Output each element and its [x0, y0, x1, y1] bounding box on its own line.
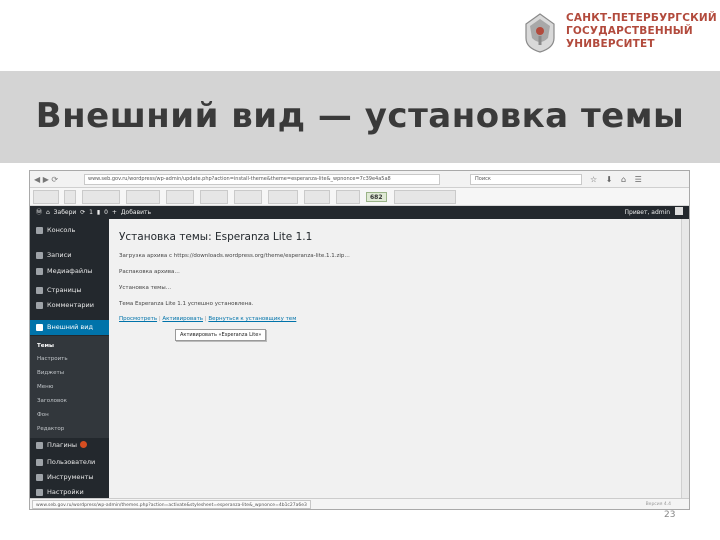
link-separator: | — [204, 316, 207, 322]
activate-tooltip: Активировать «Esperanza Lite» — [175, 329, 267, 341]
sidebar-item-media[interactable]: Медиафайлы — [30, 264, 109, 279]
seo-toolbar-button[interactable] — [304, 190, 330, 204]
slide-title: Внешний вид — установка темы — [35, 96, 685, 136]
scrollbar[interactable] — [681, 219, 689, 498]
sidebar-item-label: Консоль — [47, 226, 76, 234]
admin-bar-updates[interactable]: 1 — [89, 209, 93, 216]
update-count-badge — [80, 441, 88, 448]
sidebar-item-label: Настройки — [47, 488, 84, 496]
sidebar-item-users[interactable]: Пользователи — [30, 455, 109, 470]
sidebar-item-dashboard[interactable]: Консоль — [30, 223, 109, 238]
preview-link[interactable]: Просмотреть — [119, 316, 157, 322]
sidebar-item-label: Медиафайлы — [47, 267, 93, 275]
sidebar-item-label: Плагины — [47, 441, 78, 449]
seo-toolbar-button[interactable] — [64, 190, 76, 204]
seo-toolbar-button[interactable] — [82, 190, 120, 204]
wordpress-logo-icon[interactable]: Ⓦ — [36, 209, 42, 216]
return-to-installer-link[interactable]: Вернуться к установщику тем — [208, 316, 296, 322]
sidebar-item-label: Пользователи — [47, 458, 96, 466]
dashboard-icon — [36, 227, 43, 234]
install-log-line: Установка темы… — [119, 285, 172, 291]
appearance-submenu: Темы Настроить Виджеты Меню Заголовок Фо… — [30, 336, 109, 438]
page-title: Установка темы: Esperanza Lite 1.1 — [119, 231, 313, 243]
browser-address-bar: ◀ ▶ ⟳ www.seb.gov.ru/wordpress/wp-admin/… — [30, 171, 689, 188]
seo-toolbar-button[interactable] — [200, 190, 228, 204]
submenu-item-background[interactable]: Фон — [37, 410, 49, 420]
url-field[interactable]: www.seb.gov.ru/wordpress/wp-admin/update… — [84, 174, 440, 185]
seo-toolbar-badge[interactable]: 682 — [366, 192, 387, 202]
submenu-item-header[interactable]: Заголовок — [37, 396, 67, 406]
install-log-line: Распаковка архива… — [119, 269, 180, 275]
seo-toolbar-button[interactable] — [268, 190, 298, 204]
install-log-line: Тема Esperanza Lite 1.1 успешно установл… — [119, 301, 254, 307]
search-field[interactable]: Поиск — [470, 174, 582, 185]
sidebar-item-pages[interactable]: Страницы — [30, 283, 109, 298]
post-install-links: Просмотреть | Активировать | Вернуться к… — [119, 315, 296, 323]
sidebar-item-comments[interactable]: Комментарии — [30, 298, 109, 313]
browser-status-bar: www.seb.gov.ru/wordpress/wp-admin/themes… — [30, 498, 689, 509]
seo-toolbar-button[interactable] — [166, 190, 194, 204]
link-separator: | — [158, 316, 161, 322]
comment-icon — [36, 302, 43, 309]
seo-toolbar-button[interactable] — [394, 190, 456, 204]
sidebar-item-label: Записи — [47, 251, 72, 259]
admin-bar-site-name[interactable]: Забери — [54, 209, 77, 216]
status-url: www.seb.gov.ru/wordpress/wp-admin/themes… — [32, 500, 311, 509]
sidebar-item-appearance[interactable]: Внешний вид — [30, 320, 109, 335]
activate-link[interactable]: Активировать — [162, 316, 203, 322]
seo-toolbar-button[interactable] — [126, 190, 160, 204]
submenu-item-editor[interactable]: Редактор — [37, 424, 64, 434]
university-name-line2: ГОСУДАРСТВЕННЫЙ — [566, 25, 693, 37]
browser-tool-icons[interactable]: ☆ ⬇ ⌂ ☰ — [590, 171, 645, 188]
submenu-item-themes[interactable]: Темы — [37, 341, 54, 351]
sidebar-item-label: Внешний вид — [47, 323, 93, 331]
page-icon — [36, 287, 43, 294]
sidebar-item-posts[interactable]: Записи — [30, 248, 109, 263]
sidebar-item-plugins[interactable]: Плагины — [30, 438, 109, 453]
wp-admin-bar: Ⓦ ⌂ Забери ⟳ 1 ▮ 0 + Добавить Привет, ad… — [30, 206, 689, 219]
plus-icon: + — [111, 209, 117, 216]
settings-icon — [36, 489, 43, 496]
avatar[interactable] — [675, 207, 683, 215]
seo-toolbar-logo[interactable] — [33, 190, 59, 204]
university-crest-icon — [525, 13, 555, 53]
university-name: САНКТ-ПЕТЕРБУРГСКИЙ ГОСУДАРСТВЕННЫЙ УНИВ… — [566, 12, 717, 51]
admin-bar-add-new[interactable]: Добавить — [121, 209, 151, 216]
wordpress-screenshot: ◀ ▶ ⟳ www.seb.gov.ru/wordpress/wp-admin/… — [29, 170, 690, 510]
sidebar-item-label: Инструменты — [47, 473, 94, 481]
seo-toolbar: 682 — [30, 188, 689, 206]
seo-toolbar-button[interactable] — [336, 190, 360, 204]
browser-nav-buttons[interactable]: ◀ ▶ ⟳ — [34, 171, 80, 188]
sidebar-item-label: Комментарии — [47, 301, 94, 309]
page-number: 23 — [664, 510, 676, 520]
submenu-item-customize[interactable]: Настроить — [37, 354, 68, 364]
install-log-line: Загрузка архива с https://downloads.word… — [119, 253, 350, 259]
sidebar-item-tools[interactable]: Инструменты — [30, 470, 109, 485]
users-icon — [36, 459, 43, 466]
submenu-item-menus[interactable]: Меню — [37, 382, 53, 392]
brush-icon — [36, 324, 43, 331]
main-content: Установка темы: Esperanza Lite 1.1 Загру… — [109, 219, 689, 498]
comment-icon: ▮ — [96, 209, 101, 216]
wp-admin-sidebar: Консоль Записи Медиафайлы Страницы Комме… — [30, 219, 109, 498]
seo-toolbar-button[interactable] — [234, 190, 262, 204]
home-icon: ⌂ — [45, 209, 50, 216]
admin-bar-greeting[interactable]: Привет, admin — [625, 209, 671, 216]
pin-icon — [36, 252, 43, 259]
university-name-line1: САНКТ-ПЕТЕРБУРГСКИЙ — [566, 12, 717, 24]
university-name-line3: УНИВЕРСИТЕТ — [566, 38, 655, 50]
plugin-icon — [36, 442, 43, 449]
updates-icon: ⟳ — [80, 209, 86, 216]
admin-bar-comments[interactable]: 0 — [104, 209, 108, 216]
wrench-icon — [36, 474, 43, 481]
media-icon — [36, 268, 43, 275]
submenu-item-widgets[interactable]: Виджеты — [37, 368, 64, 378]
sidebar-item-label: Страницы — [47, 286, 82, 294]
